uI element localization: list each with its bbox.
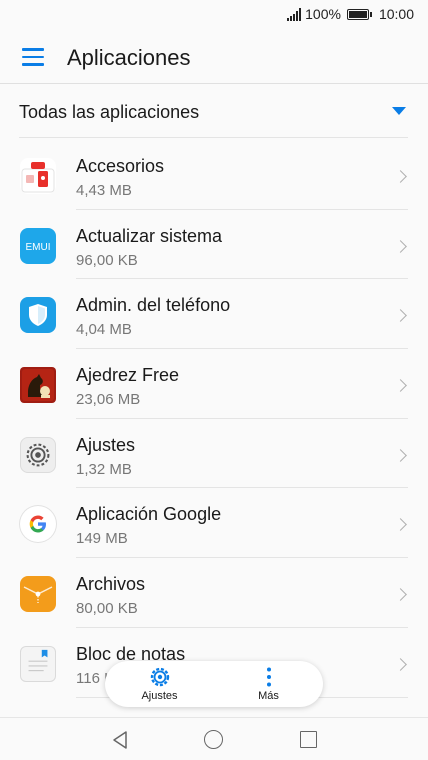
home-icon[interactable] bbox=[204, 730, 223, 749]
list-item[interactable]: Admin. del teléfono 4,04 MB bbox=[0, 279, 428, 350]
settings-label: Ajustes bbox=[141, 690, 178, 702]
notepad-icon bbox=[20, 645, 56, 682]
gear-icon bbox=[150, 667, 169, 687]
app-name: Accesorios bbox=[76, 156, 165, 176]
files-folder-icon bbox=[20, 576, 56, 613]
more-label: Más bbox=[258, 690, 279, 702]
dropdown-caret-icon[interactable] bbox=[392, 107, 406, 115]
app-list: Accesorios 4,43 MB EMUI Actualizar siste… bbox=[0, 140, 428, 698]
filter-label: Todas las aplicaciones bbox=[19, 102, 200, 122]
app-size: 149 MB bbox=[76, 530, 128, 548]
more-vertical-icon bbox=[266, 667, 271, 687]
list-item[interactable]: Accesorios 4,43 MB bbox=[0, 140, 428, 210]
divider bbox=[19, 137, 408, 138]
back-icon[interactable] bbox=[111, 730, 129, 750]
page-title: Aplicaciones bbox=[67, 45, 191, 70]
app-size: 80,00 KB bbox=[76, 600, 138, 618]
chevron-right-icon bbox=[394, 379, 407, 392]
app-size: 4,43 MB bbox=[76, 182, 132, 199]
settings-button[interactable]: Ajustes bbox=[105, 661, 214, 707]
floating-toolbar: Ajustes Más bbox=[105, 661, 323, 707]
app-bar: Aplicaciones bbox=[0, 30, 428, 84]
chevron-right-icon bbox=[394, 588, 407, 601]
chevron-right-icon bbox=[394, 309, 407, 323]
app-size: 96,00 KB bbox=[76, 251, 138, 269]
app-name: Aplicación Google bbox=[76, 504, 222, 525]
chevron-right-icon bbox=[394, 518, 407, 532]
chevron-right-icon bbox=[394, 657, 407, 671]
settings-gear-icon bbox=[20, 436, 56, 473]
app-size: 1,32 MB bbox=[76, 460, 132, 478]
app-name: Ajustes bbox=[76, 434, 136, 455]
hamburger-menu-icon[interactable] bbox=[22, 48, 44, 66]
list-item[interactable]: Ajedrez Free 23,06 MB bbox=[0, 349, 428, 419]
app-size: 4,04 MB bbox=[76, 321, 132, 339]
status-indicators: 100% 10:00 bbox=[287, 6, 414, 22]
battery-percent: 100% bbox=[305, 6, 341, 22]
more-button[interactable]: Más bbox=[214, 661, 323, 707]
list-item[interactable]: Ajustes 1,32 MB bbox=[0, 419, 428, 489]
app-size: 23,06 MB bbox=[76, 391, 141, 409]
chevron-right-icon bbox=[394, 448, 407, 462]
emui-update-icon: EMUI bbox=[20, 227, 56, 264]
app-name: Ajedrez Free bbox=[76, 365, 180, 386]
signal-icon bbox=[287, 7, 302, 21]
battery-icon bbox=[346, 8, 372, 20]
chevron-right-icon bbox=[394, 170, 407, 183]
list-item[interactable]: Aplicación Google 149 MB bbox=[0, 488, 428, 559]
chess-icon bbox=[20, 367, 56, 404]
phone-manager-shield-icon bbox=[20, 297, 56, 334]
app-name: Admin. del teléfono bbox=[76, 295, 231, 316]
app-filter-dropdown[interactable]: Todas las aplicaciones bbox=[0, 86, 428, 138]
recent-apps-icon[interactable] bbox=[300, 731, 317, 748]
system-navigation-bar bbox=[0, 717, 428, 760]
list-item[interactable]: EMUI Actualizar sistema 96,00 KB bbox=[0, 210, 428, 280]
list-item[interactable]: Archivos 80,00 KB bbox=[0, 558, 428, 628]
app-name: Archivos bbox=[76, 574, 146, 595]
google-icon bbox=[20, 506, 56, 543]
status-bar: 100% 10:00 bbox=[0, 0, 428, 30]
svg-text:EMUI: EMUI bbox=[26, 242, 51, 253]
accessories-icon bbox=[20, 158, 56, 194]
clock: 10:00 bbox=[378, 6, 414, 22]
app-name: Actualizar sistema bbox=[76, 225, 223, 246]
chevron-right-icon bbox=[394, 239, 407, 253]
